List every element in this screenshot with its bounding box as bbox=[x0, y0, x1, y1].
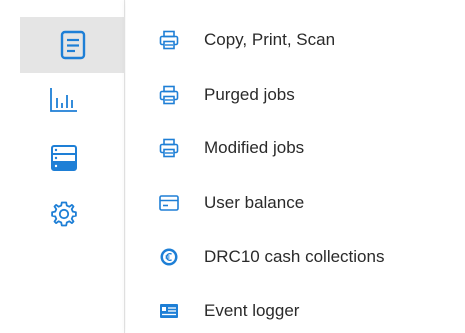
menu-item-event-logger[interactable]: Event logger bbox=[126, 285, 465, 333]
rail-item-reports[interactable] bbox=[20, 17, 125, 73]
menu-item-drc10-cash-collections[interactable]: DRC10 cash collections bbox=[126, 231, 465, 283]
menu-item-label: DRC10 cash collections bbox=[204, 247, 385, 266]
rail-item-statistics[interactable] bbox=[20, 72, 108, 128]
rail-item-settings[interactable] bbox=[20, 186, 108, 242]
menu-item-copy-print-scan[interactable]: Copy, Print, Scan bbox=[126, 14, 465, 66]
menu-item-user-balance[interactable]: User balance bbox=[126, 177, 465, 229]
printer-icon bbox=[158, 84, 180, 106]
printer-icon bbox=[158, 29, 180, 51]
app-root: Copy, Print, Scan Purged jobs Modified j… bbox=[0, 0, 465, 333]
menu-item-modified-jobs[interactable]: Modified jobs bbox=[126, 122, 465, 174]
menu-item-purged-jobs[interactable]: Purged jobs bbox=[126, 69, 465, 121]
menu-item-label: Purged jobs bbox=[204, 85, 295, 104]
icon-rail bbox=[0, 0, 125, 333]
card-icon bbox=[158, 192, 180, 214]
settings-gear-icon bbox=[49, 199, 79, 229]
menu-item-label: User balance bbox=[204, 193, 305, 212]
menu-item-label: Modified jobs bbox=[204, 138, 305, 157]
log-icon bbox=[158, 300, 180, 322]
server-icon bbox=[50, 144, 78, 172]
euro-coin-icon bbox=[158, 246, 180, 268]
reports-submenu: Copy, Print, Scan Purged jobs Modified j… bbox=[126, 0, 465, 333]
menu-item-label: Copy, Print, Scan bbox=[204, 30, 336, 49]
bar-chart-icon bbox=[49, 86, 79, 114]
document-icon bbox=[59, 30, 87, 60]
printer-icon bbox=[158, 137, 180, 159]
rail-item-servers[interactable] bbox=[20, 130, 108, 186]
menu-item-label: Event logger bbox=[204, 301, 300, 320]
